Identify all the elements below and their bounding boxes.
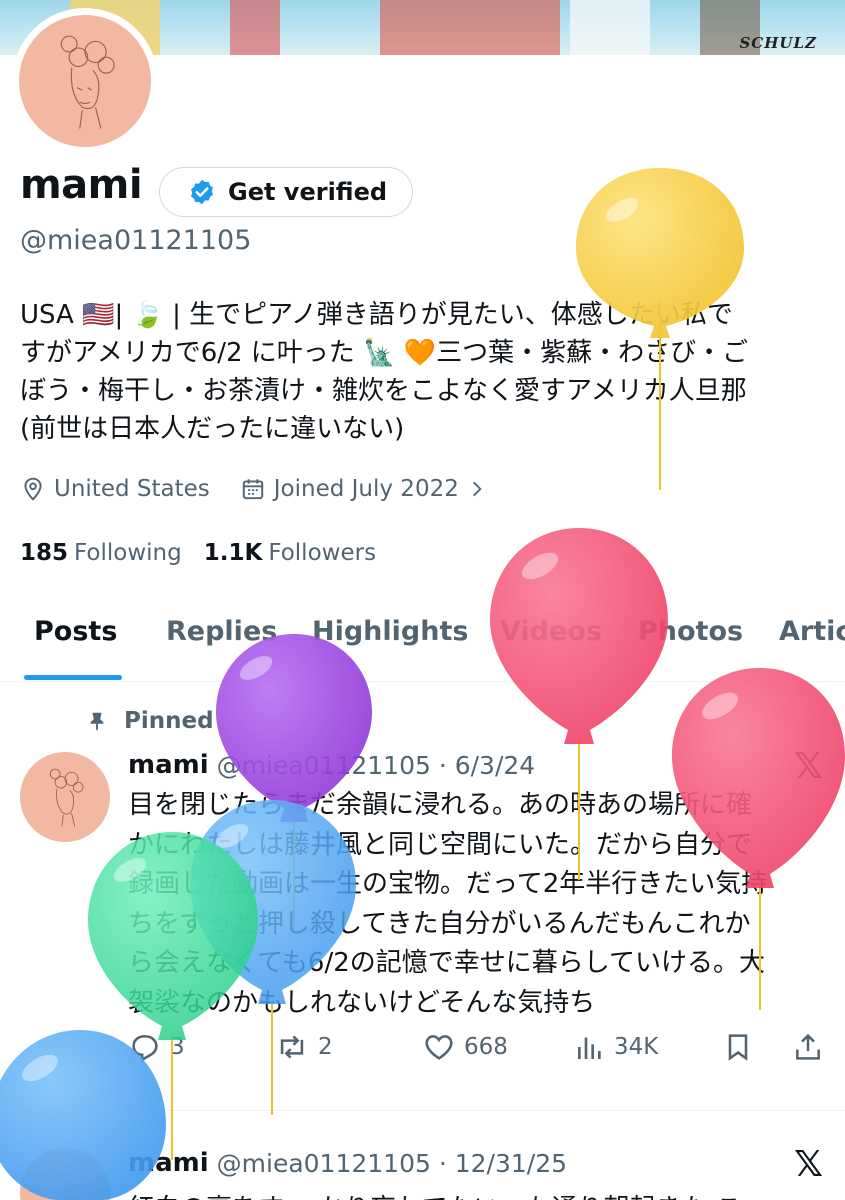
get-verified-label: Get verified bbox=[228, 178, 388, 206]
pin-icon bbox=[90, 712, 104, 731]
post-line: 袈裟なのかもしれないけどそんな気持ち bbox=[128, 987, 596, 1018]
x-logo-icon: 𝕏 bbox=[793, 1144, 823, 1185]
tab-posts[interactable]: Posts bbox=[34, 616, 117, 647]
tab-photos[interactable]: Photos bbox=[638, 616, 743, 647]
profile-stats: 185 Following 1.1K Followers bbox=[20, 540, 376, 566]
post-body[interactable]: 紅白の裏をす っかり忘れてたいつも通り朝起きた こ bbox=[128, 1188, 828, 1200]
bio-line: USA 🇺🇸| 🍃 | 生でピアノ弾き語りが見たい、体感したい私で bbox=[20, 300, 733, 330]
profile-bio: USA 🇺🇸| 🍃 | 生でピアノ弾き語りが見たい、体感したい私で すがアメリカ… bbox=[20, 296, 820, 448]
share-button[interactable] bbox=[792, 1030, 824, 1064]
bio-line: (前世は日本人だったに違いない) bbox=[20, 414, 405, 444]
profile-meta: United States Joined July 2022 bbox=[20, 476, 517, 502]
reply-count: 3 bbox=[170, 1034, 185, 1060]
post-avatar[interactable] bbox=[20, 752, 110, 842]
tab-videos[interactable]: Videos bbox=[500, 616, 602, 647]
active-tab-indicator bbox=[24, 675, 122, 680]
pinned-indicator: Pinned bbox=[86, 708, 214, 734]
chevron-right-icon bbox=[472, 481, 482, 497]
like-button[interactable]: 668 bbox=[422, 1030, 508, 1064]
reply-icon bbox=[132, 1035, 158, 1062]
x-logo-icon: 𝕏 bbox=[793, 746, 823, 787]
repost-icon bbox=[280, 1035, 304, 1059]
post-actions: 3 2 668 34K bbox=[128, 1030, 828, 1070]
post-line: 目を閉じたらまだ余韻に浸れる。あの時あの場所に確 bbox=[128, 790, 753, 820]
profile-location: United States bbox=[20, 476, 210, 502]
post-header: mami @miea01121105 · 6/3/24 bbox=[128, 750, 535, 780]
bio-line: すがアメリカで6/2 に叶った 🗽 🧡三つ葉・紫蘇・わさび・ご bbox=[20, 338, 749, 368]
followers-link[interactable]: 1.1K Followers bbox=[204, 540, 376, 566]
verified-badge-icon bbox=[191, 179, 213, 205]
views-icon bbox=[578, 1037, 601, 1059]
post-line: ちをずっと押し殺してきた自分がいるんだもんこれか bbox=[128, 908, 751, 939]
avatar-art bbox=[60, 35, 115, 129]
post-divider bbox=[0, 1110, 845, 1111]
post-avatar[interactable] bbox=[20, 1148, 110, 1200]
profile-avatar[interactable] bbox=[12, 8, 158, 154]
post-author-name[interactable]: mami bbox=[128, 750, 209, 780]
get-verified-button[interactable]: Get verified bbox=[159, 167, 413, 217]
like-icon bbox=[425, 1035, 453, 1060]
location-pin-icon bbox=[24, 477, 42, 501]
profile-joined[interactable]: Joined July 2022 bbox=[240, 476, 487, 502]
following-label: Following bbox=[74, 540, 182, 566]
post-body[interactable]: 目を閉じたらまだ余韻に浸れる。あの時あの場所に確 かにわたしは藤井風と同じ空間に… bbox=[128, 786, 828, 1023]
profile-handle: @miea01121105 bbox=[20, 225, 252, 256]
calendar-icon bbox=[242, 479, 263, 500]
followers-label: Followers bbox=[268, 540, 377, 566]
bookmark-icon bbox=[728, 1034, 748, 1061]
bookmark-button[interactable] bbox=[722, 1030, 754, 1064]
location-text: United States bbox=[54, 476, 210, 502]
banner-signature: SCHULZ bbox=[739, 34, 817, 52]
post-line: 録画した動画は一生の宝物。だって2年半行きたい気持 bbox=[128, 869, 768, 899]
followers-count: 1.1K bbox=[203, 540, 263, 566]
post-line: かにわたしは藤井風と同じ空間にいた。だから自分で bbox=[128, 829, 753, 860]
tab-highlights[interactable]: Highlights bbox=[312, 616, 468, 647]
post-meta[interactable]: @miea01121105 · 12/31/25 bbox=[217, 1149, 567, 1178]
following-count: 185 bbox=[20, 540, 69, 566]
like-count: 668 bbox=[464, 1034, 508, 1060]
share-icon bbox=[796, 1033, 820, 1060]
following-link[interactable]: 185 Following bbox=[20, 540, 182, 566]
avatar-art bbox=[49, 768, 84, 827]
joined-text: Joined July 2022 bbox=[273, 476, 459, 502]
views-button[interactable]: 34K bbox=[574, 1030, 658, 1064]
repost-count: 2 bbox=[318, 1034, 333, 1060]
post-header: mami @miea01121105 · 12/31/25 bbox=[128, 1148, 567, 1178]
tab-articles[interactable]: Artic bbox=[779, 616, 845, 647]
post-meta[interactable]: @miea01121105 · 6/3/24 bbox=[217, 751, 536, 780]
post-line: ら会えなくても6/2の記憶で幸せに暮らしていける。大 bbox=[128, 948, 765, 978]
reply-button[interactable]: 3 bbox=[128, 1030, 185, 1064]
post-author-name[interactable]: mami bbox=[128, 1148, 209, 1178]
views-count: 34K bbox=[614, 1034, 659, 1060]
tab-replies[interactable]: Replies bbox=[166, 616, 277, 647]
profile-tabs: Posts Replies Highlights Videos Photos A… bbox=[0, 600, 845, 682]
repost-button[interactable]: 2 bbox=[274, 1030, 333, 1064]
pinned-label: Pinned bbox=[124, 708, 214, 734]
bio-line: ぼう・梅干し・お茶漬け・雑炊をこよなく愛すアメリカ人旦那 bbox=[20, 376, 747, 406]
profile-name: mami bbox=[20, 162, 143, 208]
